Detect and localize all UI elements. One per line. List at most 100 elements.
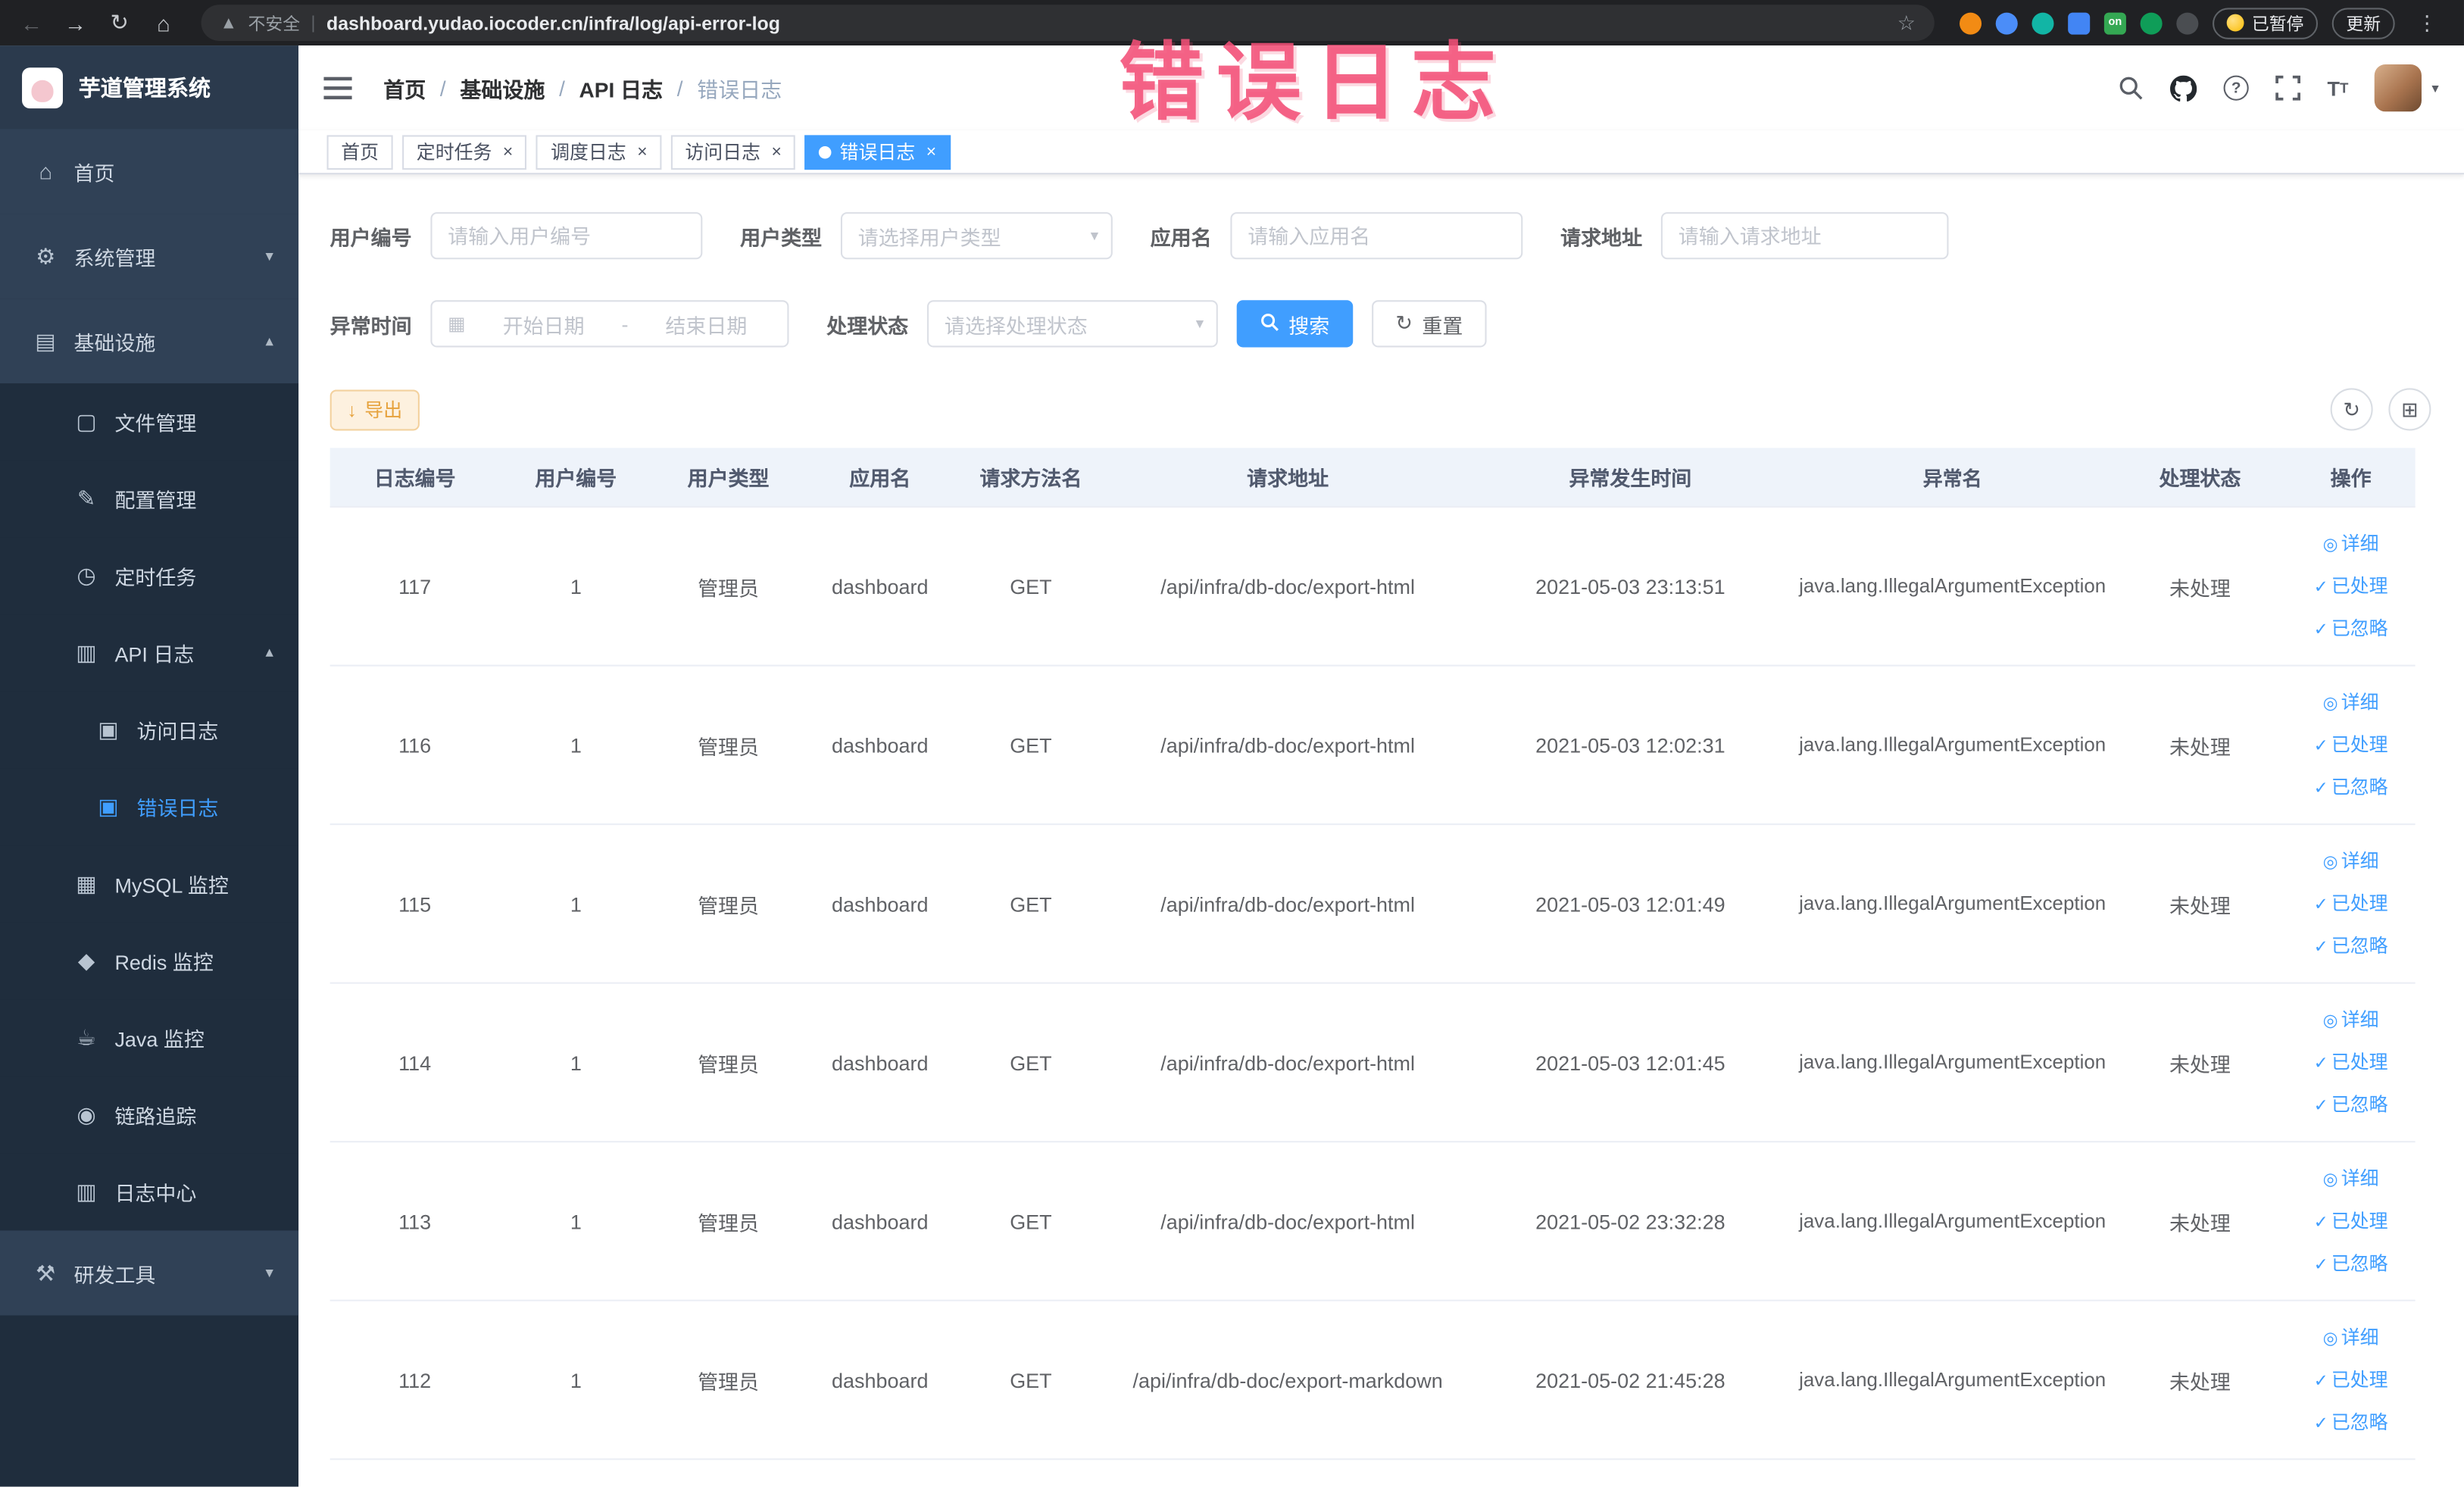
processed-link[interactable]: ✓ 已处理 xyxy=(2293,1358,2409,1401)
sidebar-logo[interactable]: 芋道管理系统 xyxy=(0,45,299,130)
exception-time-label: 异常时间 xyxy=(329,313,412,338)
sidebar-item-config[interactable]: ✎ 配置管理 xyxy=(0,460,299,538)
menu-item-icon: ✎ xyxy=(77,486,96,511)
extension-icon-orange[interactable] xyxy=(1960,11,1982,34)
breadcrumb-item-home[interactable]: 首页 / xyxy=(383,72,460,103)
sidebar-item-java[interactable]: ☕ Java 监控 xyxy=(0,999,299,1077)
eye-icon: ◎ xyxy=(2322,852,2338,872)
tab-error-log[interactable]: 错误日志 × xyxy=(804,134,951,170)
ignored-link[interactable]: ✓ 已忽略 xyxy=(2293,766,2409,808)
tab-home[interactable]: 首页 × xyxy=(326,134,393,170)
reset-button[interactable]: ↻ 重置 xyxy=(1372,300,1487,348)
update-button[interactable]: 更新 xyxy=(2331,7,2395,39)
processed-link[interactable]: ✓ 已处理 xyxy=(2293,1200,2409,1242)
detail-link[interactable]: ◎ 详细 xyxy=(2293,1157,2409,1200)
process-status-select[interactable]: 请选择处理状态 ▾ xyxy=(927,300,1218,348)
sidebar-item-home[interactable]: ⌂ 首页 xyxy=(0,129,299,214)
paused-pill[interactable]: 已暂停 xyxy=(2213,7,2319,39)
back-icon[interactable]: ← xyxy=(13,4,51,42)
sidebar-item-error-log[interactable]: ▣ 错误日志 xyxy=(0,768,299,846)
extension-icon-blue[interactable] xyxy=(1995,11,2018,34)
help-icon[interactable]: ? xyxy=(2223,75,2249,101)
sidebar-item-system[interactable]: ⚙ 系统管理 ▾ xyxy=(0,214,299,299)
detail-link[interactable]: ◎ 详细 xyxy=(2293,840,2409,883)
sidebar-item-api-log[interactable]: ▥ API 日志 ▴ xyxy=(0,614,299,692)
tab-access-log[interactable]: 访问日志 × xyxy=(670,134,796,170)
breadcrumb-item-infra[interactable]: 基础设施 / xyxy=(460,72,579,103)
browser-menu-icon[interactable]: ⋮ xyxy=(2409,10,2445,35)
range-separator: - xyxy=(621,311,629,336)
screen: ← → ↻ ⌂ ▲ 不安全 | dashboard.yudao.iocoder.… xyxy=(0,0,2464,1487)
menu-item-label: 研发工具 xyxy=(73,1262,156,1287)
ignored-link[interactable]: ✓ 已忽略 xyxy=(2293,1242,2409,1285)
github-icon[interactable] xyxy=(2170,74,2197,102)
main-panel: 首页 / 基础设施 / API 日志 / 错误日志 / xyxy=(298,45,2464,1487)
search-button[interactable]: 搜索 xyxy=(1236,300,1354,348)
ignored-link[interactable]: ✓ 已忽略 xyxy=(2293,608,2409,650)
start-date-placeholder: 开始日期 xyxy=(502,313,585,338)
breadcrumb-item-error-log[interactable]: 错误日志 / xyxy=(697,72,782,103)
check-icon: ✓ xyxy=(2313,1254,2328,1274)
home-icon[interactable]: ⌂ xyxy=(145,4,183,42)
request-url-input[interactable] xyxy=(1660,212,1949,260)
extension-icon-paw[interactable] xyxy=(2176,11,2199,34)
chevron-icon: ▾ xyxy=(265,247,273,265)
processed-link[interactable]: ✓ 已处理 xyxy=(2293,565,2409,608)
sidebar: 芋道管理系统 ⌂ 首页 ⚙ 系统管理 ▾ ▤ 基础设施 ▴ ▢ 文件管理 ✎ 配… xyxy=(0,45,299,1487)
detail-link[interactable]: ◎ 详细 xyxy=(2293,1316,2409,1358)
fullscreen-icon[interactable] xyxy=(2275,75,2301,101)
search-icon[interactable] xyxy=(2119,76,2144,101)
ignored-link[interactable]: ✓ 已忽略 xyxy=(2293,1401,2409,1444)
sidebar-item-job[interactable]: ◷ 定时任务 xyxy=(0,537,299,615)
reload-icon[interactable]: ↻ xyxy=(101,4,139,42)
sidebar-item-mysql[interactable]: ▦ MySQL 监控 xyxy=(0,845,299,923)
processed-link[interactable]: ✓ 已处理 xyxy=(2293,723,2409,766)
ignored-link[interactable]: ✓ 已忽略 xyxy=(2293,925,2409,967)
close-icon[interactable]: × xyxy=(503,142,513,161)
hamburger-icon[interactable] xyxy=(323,70,358,105)
menu-item-label: API 日志 xyxy=(114,642,195,667)
close-icon[interactable]: × xyxy=(637,142,647,161)
menu-item-label: 定时任务 xyxy=(114,565,197,589)
forward-icon[interactable]: → xyxy=(57,4,95,42)
sidebar-item-infra[interactable]: ▤ 基础设施 ▴ xyxy=(0,298,299,384)
extension-icon-grid[interactable] xyxy=(2068,11,2091,34)
user-type-select[interactable]: 请选择用户类型 ▾ xyxy=(840,212,1113,260)
sidebar-item-dev-tools[interactable]: ⚒ 研发工具 ▾ xyxy=(0,1230,299,1316)
bookmark-star-icon[interactable]: ☆ xyxy=(1897,10,1916,35)
user-id-label: 用户编号 xyxy=(329,225,412,249)
sidebar-item-redis[interactable]: ◆ Redis 监控 xyxy=(0,922,299,1000)
app-name-input[interactable] xyxy=(1230,212,1523,260)
sidebar-item-file[interactable]: ▢ 文件管理 xyxy=(0,383,299,461)
sidebar-item-trace[interactable]: ◉ 链路追踪 xyxy=(0,1076,299,1154)
user-id-input[interactable] xyxy=(430,212,703,260)
extension-icon-leaf[interactable] xyxy=(2140,11,2163,34)
column-settings-icon[interactable]: ⊞ xyxy=(2388,388,2431,431)
tab-job[interactable]: 定时任务 × xyxy=(402,134,527,170)
processed-link[interactable]: ✓ 已处理 xyxy=(2293,1041,2409,1083)
export-button[interactable]: ↓ 导出 xyxy=(329,389,420,430)
detail-link[interactable]: ◎ 详细 xyxy=(2293,998,2409,1041)
user-menu[interactable]: ▾ xyxy=(2375,64,2439,112)
detail-link[interactable]: ◎ 详细 xyxy=(2293,523,2409,565)
url-bar[interactable]: ▲ 不安全 | dashboard.yudao.iocoder.cn/infra… xyxy=(201,5,1935,41)
sidebar-item-log-center[interactable]: ▥ 日志中心 xyxy=(0,1153,299,1231)
close-icon[interactable]: × xyxy=(771,142,781,161)
close-icon[interactable]: × xyxy=(926,142,936,161)
menu-item-icon: ◷ xyxy=(77,562,96,588)
url-separator: | xyxy=(311,13,316,33)
detail-link[interactable]: ◎ 详细 xyxy=(2293,681,2409,723)
extension-icon-on-badge[interactable]: on xyxy=(2103,11,2126,34)
font-size-icon[interactable]: TT xyxy=(2328,77,2349,100)
processed-link[interactable]: ✓ 已处理 xyxy=(2293,883,2409,925)
breadcrumb-item-api-log[interactable]: API 日志 / xyxy=(579,72,698,103)
security-warning-icon[interactable]: ▲ xyxy=(220,14,237,33)
tags-bar: 首页 × 定时任务 × 调度日志 × 访问日志 × xyxy=(298,130,2464,175)
sidebar-item-access-log[interactable]: ▣ 访问日志 xyxy=(0,691,299,769)
refresh-table-icon[interactable]: ↻ xyxy=(2330,388,2373,431)
tab-job-log[interactable]: 调度日志 × xyxy=(536,134,662,170)
tab-label: 定时任务 xyxy=(416,141,492,164)
ignored-link[interactable]: ✓ 已忽略 xyxy=(2293,1083,2409,1126)
date-range-picker[interactable]: ▦ 开始日期 - 结束日期 xyxy=(430,300,789,348)
extension-icon-teal[interactable] xyxy=(2031,11,2054,34)
